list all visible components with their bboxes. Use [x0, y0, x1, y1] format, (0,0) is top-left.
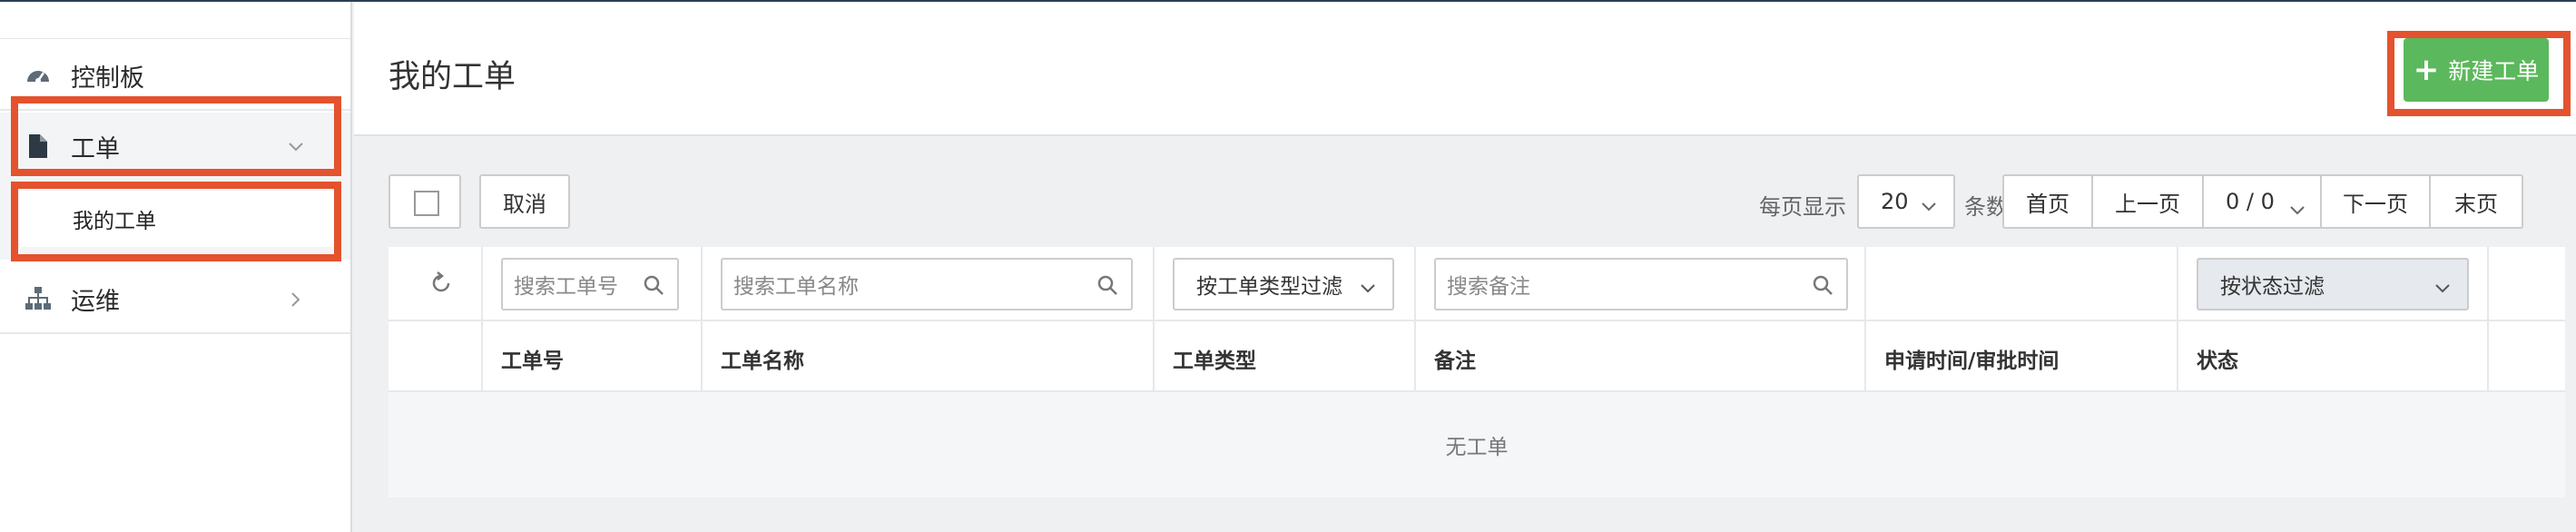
highlight-box-my-tickets — [11, 182, 341, 261]
column-header-time[interactable]: 申请时间/审批时间 — [1884, 343, 2059, 374]
column-divider — [1864, 247, 1866, 392]
refresh-icon[interactable] — [428, 271, 454, 300]
ticket-type-filter-dropdown[interactable]: 按工单类型过滤 — [1173, 258, 1394, 310]
prev-page-button[interactable]: 上一页 — [2093, 176, 2204, 227]
chevron-down-icon — [2289, 196, 2306, 222]
first-page-button[interactable]: 首页 — [2004, 176, 2093, 227]
search-icon — [1812, 274, 1834, 301]
dashboard-icon — [22, 59, 54, 92]
column-divider — [701, 247, 703, 392]
per-page-select[interactable]: 20 — [1857, 174, 1955, 229]
page-select[interactable]: 0 / 0 — [2204, 176, 2322, 227]
empty-state-message: 无工单 — [388, 392, 2565, 498]
note-search-placeholder: 搜索备注 — [1447, 275, 1530, 299]
highlight-box-new-ticket — [2387, 31, 2571, 116]
column-divider — [2487, 247, 2489, 392]
sidebar-item-label: 控制板 — [71, 64, 144, 93]
column-header-ticket-id[interactable]: 工单号 — [501, 343, 564, 374]
ticket-name-search-placeholder: 搜索工单名称 — [733, 275, 859, 299]
column-header-ticket-type[interactable]: 工单类型 — [1173, 343, 1256, 374]
search-icon — [1096, 274, 1118, 301]
page-title: 我的工单 — [388, 59, 516, 95]
ticket-type-filter-label: 按工单类型过滤 — [1196, 275, 1342, 299]
tickets-table: 搜索工单号 搜索工单名称 按工单类型过滤 搜索备注 按状态过滤 工单号 工单名称… — [388, 247, 2565, 498]
highlight-box-tickets — [11, 96, 341, 176]
per-page-value: 20 — [1881, 189, 1909, 214]
chevron-down-icon — [2434, 276, 2451, 300]
sitemap-icon — [22, 282, 54, 315]
page-header: 我的工单 + 新建工单 — [354, 2, 2576, 136]
last-page-button[interactable]: 末页 — [2431, 176, 2522, 227]
sidebar-item-ops[interactable]: 运维 — [0, 265, 350, 334]
checkbox-icon — [414, 191, 439, 216]
ticket-id-search-placeholder: 搜索工单号 — [514, 275, 618, 299]
pagination: 首页 上一页 0 / 0 下一页 末页 — [2002, 174, 2523, 229]
ticket-id-search-input[interactable]: 搜索工单号 — [501, 258, 679, 310]
column-divider — [1414, 247, 1416, 392]
chevron-down-icon — [1360, 276, 1376, 300]
column-header-ticket-name[interactable]: 工单名称 — [721, 343, 804, 374]
cancel-button[interactable]: 取消 — [479, 174, 570, 229]
next-page-button[interactable]: 下一页 — [2322, 176, 2431, 227]
column-header-status[interactable]: 状态 — [2197, 343, 2238, 374]
ticket-name-search-input[interactable]: 搜索工单名称 — [721, 258, 1133, 310]
sidebar: 控制板 工单 我的工单 运维 — [0, 2, 352, 532]
note-search-input[interactable]: 搜索备注 — [1434, 258, 1848, 310]
page-indicator: 0 / 0 — [2226, 189, 2275, 214]
column-divider — [481, 247, 483, 392]
filter-row: 搜索工单号 搜索工单名称 按工单类型过滤 搜索备注 按状态过滤 — [388, 247, 2565, 321]
status-filter-label: 按状态过滤 — [2220, 275, 2325, 299]
chevron-down-icon — [1921, 192, 1937, 218]
sidebar-item-label: 运维 — [71, 287, 120, 316]
per-page-label: 每页显示 — [1759, 194, 1846, 220]
table-header-row — [388, 321, 2565, 392]
search-icon — [643, 274, 664, 301]
column-header-note[interactable]: 备注 — [1434, 343, 1476, 374]
column-divider — [1153, 247, 1155, 392]
chevron-right-icon — [283, 287, 309, 312]
status-filter-dropdown[interactable]: 按状态过滤 — [2197, 258, 2469, 310]
column-divider — [2177, 247, 2178, 392]
select-all-checkbox[interactable] — [388, 174, 461, 229]
sidebar-divider — [0, 38, 350, 39]
